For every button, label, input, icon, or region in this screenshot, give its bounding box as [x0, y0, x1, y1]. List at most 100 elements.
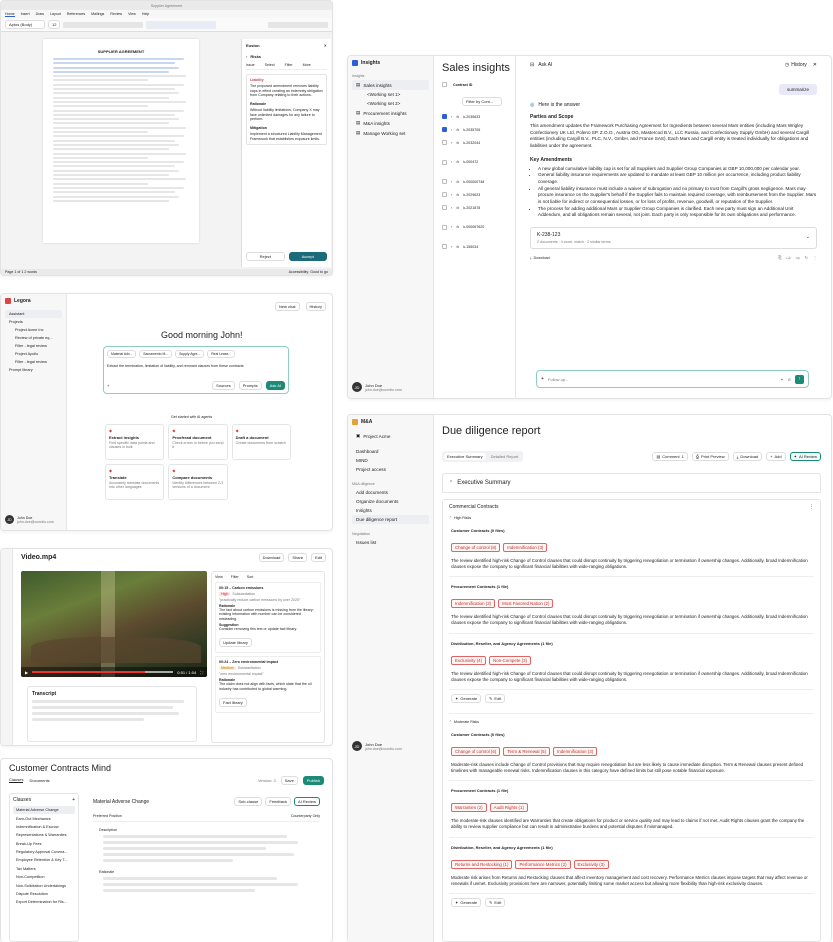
close-icon[interactable]: ✕ — [324, 43, 327, 48]
mind-tab[interactable]: Clauses — [9, 777, 24, 783]
font-name-select[interactable]: Aptos (Body) — [5, 20, 45, 29]
followup-box[interactable]: + Follow up... ✦ ⊘ ↑ — [536, 370, 809, 388]
fullscreen-icon[interactable]: ⛶ — [200, 670, 203, 675]
expand-icon[interactable]: › — [451, 245, 452, 249]
filter-input[interactable]: Filter by Cont... — [462, 97, 502, 106]
risk-chip[interactable]: Performance Metrics (2) — [515, 859, 571, 869]
reject-button[interactable]: Reject — [246, 252, 285, 261]
chevron-up-icon[interactable]: ⌃ — [449, 516, 452, 520]
thumbs-up-icon[interactable]: 👍︎ — [786, 255, 790, 261]
table-row[interactable]: › ⊝ k-2032044 — [442, 136, 507, 149]
prompt-text[interactable]: Extract the termination, limitation of l… — [107, 364, 285, 368]
sidebar-item[interactable]: Add documents — [352, 488, 429, 497]
sidebar-item[interactable]: <Working set 1> — [352, 90, 429, 99]
send-icon[interactable]: ↑ — [795, 374, 804, 384]
sidebar-item[interactable]: Filter - legal review — [5, 342, 62, 350]
followup-input[interactable]: Follow up... — [548, 377, 776, 382]
sub-clause-button[interactable]: Sub-clause — [234, 797, 263, 806]
add-icon[interactable]: + — [107, 383, 109, 388]
agent-card[interactable]: ◆ Proofread document Check errors in befor… — [168, 424, 228, 460]
tab-detailed-report[interactable]: Detailed Report — [488, 453, 522, 460]
edit-button[interactable]: ✎ Edit — [485, 897, 506, 907]
table-row[interactable]: › ⊝ k-000067620 — [442, 214, 507, 240]
ribbon-tab[interactable]: Layout — [50, 12, 61, 16]
sidebar-item[interactable]: Issues list — [352, 538, 429, 547]
user-profile[interactable]: JD John Doe john.doe@cumdio.com — [352, 741, 402, 751]
row-checkbox[interactable] — [442, 159, 447, 165]
sidebar-item[interactable]: Projects — [5, 318, 62, 326]
row-checkbox[interactable] — [442, 114, 447, 119]
document-chip[interactable]: Material Adv... — [107, 350, 137, 358]
attach-icon[interactable]: ⊘ — [788, 377, 791, 382]
exec-summary-header[interactable]: ⌃ Executive Summary — [442, 473, 821, 493]
issue-card-2[interactable]: 00:24 – Zero environmental impact Medium… — [215, 656, 321, 714]
agent-card[interactable]: ◆ Extract insights Find specific data poin… — [105, 424, 165, 460]
ribbon-tab[interactable]: Mailings — [91, 12, 104, 16]
user-profile[interactable]: JD John Doe john.doe@cumdio.com — [5, 515, 54, 524]
table-row[interactable]: › ⊝ k-155034 — [442, 240, 507, 253]
sidebar-item[interactable]: Assistant — [5, 310, 62, 318]
styles-gallery[interactable] — [146, 20, 217, 29]
risk-chip[interactable]: Warranties (2) — [451, 803, 487, 813]
risk-chip[interactable]: Returns and Restocking (1) — [451, 859, 513, 869]
sidebar-item[interactable]: ▤ M&A insights — [352, 118, 429, 128]
generate-button[interactable]: ✦ Generate — [451, 693, 482, 703]
sidebar-item[interactable]: Project Acme Inc — [5, 326, 62, 334]
clause-item[interactable]: Non-Competition — [13, 873, 75, 881]
expand-icon[interactable]: › — [451, 160, 452, 164]
risk-chip[interactable]: Indemnification (3) — [503, 543, 548, 552]
publish-button[interactable]: Publish — [302, 776, 324, 785]
save-button[interactable]: Save — [280, 776, 298, 785]
risk-chip[interactable]: Term & Renewal (5) — [503, 746, 551, 756]
generate-button[interactable]: ✦ Generate — [451, 897, 482, 907]
prompts-button[interactable]: Prompts — [238, 381, 262, 390]
close-icon[interactable]: ✕ — [813, 62, 817, 68]
add-button[interactable]: + Add — [766, 452, 786, 461]
history-button[interactable]: History — [305, 302, 326, 311]
play-icon[interactable]: ▶ — [25, 670, 28, 675]
reference-card[interactable]: K-238-123 2 documents · 4 excel, match ·… — [530, 226, 817, 249]
row-checkbox[interactable] — [442, 192, 447, 197]
addin-tab[interactable]: Filter — [285, 63, 293, 67]
new-chat-button[interactable]: New chat — [274, 302, 300, 311]
download-button[interactable]: ⤓ Download — [732, 452, 763, 461]
add-clause-icon[interactable]: + — [72, 797, 75, 803]
issue-tab[interactable]: View — [215, 575, 223, 579]
format-tools[interactable] — [63, 21, 144, 28]
table-row[interactable]: › ⊝ k-2035633 — [442, 110, 507, 123]
agent-card[interactable]: ◆ Translate Accurately translate documents… — [105, 464, 165, 500]
issue-card-1[interactable]: 00:15 – Carbon emissions High Substantiat… — [215, 582, 321, 654]
sidebar-item[interactable]: Review of private eq... — [5, 334, 62, 342]
sidebar-item[interactable]: ▤ Sales insights — [352, 80, 429, 90]
ribbon-tab[interactable]: Home — [5, 12, 15, 17]
ribbon-tab[interactable]: References — [67, 12, 85, 16]
user-profile[interactable]: JD John Doe john.doe@cumdio.com — [352, 382, 402, 392]
feedback-button[interactable]: Feedback — [265, 797, 291, 806]
document-chip[interactable]: Sacramento M... — [139, 350, 173, 358]
video-action-button[interactable]: Share — [288, 553, 308, 562]
sidebar-item[interactable]: MIND — [352, 456, 429, 465]
more-icon[interactable]: ⋮ — [813, 255, 817, 260]
expand-icon[interactable]: › — [451, 193, 452, 197]
sidebar-item[interactable]: <Working set 2> — [352, 99, 429, 108]
prompt-box[interactable]: Material Adv... Sacramento M... Supply Agr… — [103, 346, 289, 394]
sidebar-item[interactable]: Due diligence report — [352, 515, 429, 524]
ribbon-right-tools[interactable] — [268, 21, 328, 28]
row-checkbox[interactable] — [442, 179, 447, 184]
addin-tab[interactable]: Issue — [246, 63, 255, 67]
font-size-select[interactable]: 12 — [48, 20, 61, 29]
sidebar-item[interactable]: ▤ Manage Working set — [352, 128, 429, 138]
table-row[interactable]: › ⊝ k-2029623 — [442, 188, 507, 201]
download-button[interactable]: Download — [534, 256, 550, 260]
issue-tab[interactable]: Filter — [231, 575, 239, 579]
document-chip[interactable]: Supply Agre... — [175, 350, 205, 358]
sidebar-item[interactable]: Project Apollo — [5, 350, 62, 358]
tab-executive-summary[interactable]: Executive Summary — [444, 453, 486, 460]
document-page[interactable]: SUPPLIER AGREEMENT — [43, 39, 199, 243]
select-all-checkbox[interactable] — [442, 82, 447, 87]
chevron-down-icon[interactable]: ⌄ — [806, 234, 810, 240]
video-player[interactable]: ▶ 0:51 / 1:04 ⛶ — [21, 571, 207, 677]
sidebar-item[interactable]: Prompt library — [5, 366, 62, 374]
clause-item[interactable]: Break-Up Fees — [13, 840, 75, 848]
clause-item[interactable]: Tax Matters — [13, 865, 75, 873]
